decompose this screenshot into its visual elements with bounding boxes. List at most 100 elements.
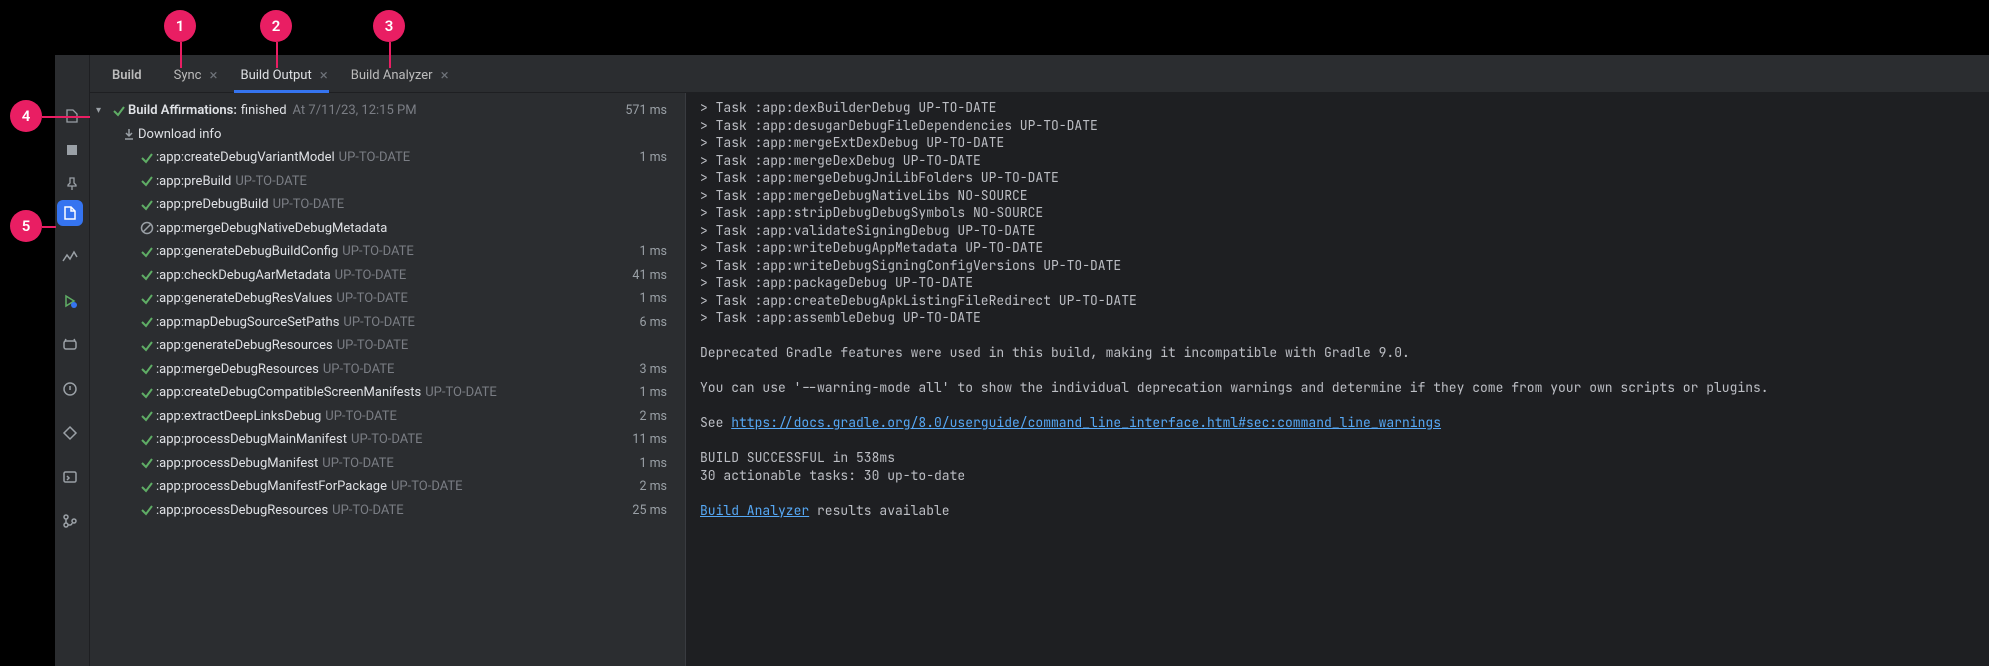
run-icon[interactable]: [57, 288, 83, 314]
task-state: UP-TO-DATE: [325, 409, 397, 424]
build-log[interactable]: > Task :app:dexBuilderDebug UP-TO-DATE >…: [685, 93, 1989, 666]
tree-task-row[interactable]: :app:preBuildUP-TO-DATE: [90, 170, 685, 194]
inspection-icon[interactable]: [57, 420, 83, 446]
tree-root-ts: At 7/11/23, 12:15 PM: [293, 103, 417, 118]
tree-task-row[interactable]: :app:createDebugVariantModelUP-TO-DATE1 …: [90, 146, 685, 170]
log-text: Deprecated Gradle features were used in …: [700, 344, 1410, 361]
vcs-icon[interactable]: [57, 508, 83, 534]
task-name: :app:preDebugBuild: [156, 197, 269, 212]
tree-task-row[interactable]: :app:generateDebugResources UP-TO-DATE: [90, 334, 685, 358]
callout-line: [180, 42, 182, 68]
log-text: You can use '--warning-mode all' to show…: [700, 379, 1769, 396]
logcat-icon[interactable]: [57, 332, 83, 358]
stop-icon[interactable]: [61, 139, 83, 161]
tree-download-label: Download info: [138, 127, 221, 142]
tree-root[interactable]: ▾ Build Affirmations: finished At 7/11/2…: [90, 99, 685, 123]
task-name: :app:processDebugManifestForPackage: [156, 479, 387, 494]
task-name: :app:processDebugManifest: [156, 456, 318, 471]
problems-icon[interactable]: [57, 376, 83, 402]
callout-4: 4: [10, 100, 42, 132]
check-icon: [138, 503, 156, 517]
callout-1: 1: [164, 10, 196, 42]
task-state: UP-TO-DATE: [351, 432, 423, 447]
tab-build-analyzer[interactable]: Build Analyzer ×: [337, 59, 458, 92]
tree-task-row[interactable]: :app:createDebugCompatibleScreenManifest…: [90, 381, 685, 405]
task-name: :app:createDebugVariantModel: [156, 150, 335, 165]
task-state: UP-TO-DATE: [235, 174, 307, 189]
build-analyzer-link[interactable]: Build Analyzer: [700, 502, 809, 519]
tab-build[interactable]: Build: [98, 59, 160, 92]
task-duration: 41 ms: [632, 268, 685, 283]
tree-task-row[interactable]: :app:processDebugMainManifestUP-TO-DATE1…: [90, 428, 685, 452]
build-tree[interactable]: ▾ Build Affirmations: finished At 7/11/2…: [90, 93, 685, 666]
task-name: :app:processDebugResources: [156, 503, 328, 518]
terminal-icon[interactable]: [57, 464, 83, 490]
task-duration: 3 ms: [639, 362, 685, 377]
tree-task-row[interactable]: :app:extractDeepLinksDebugUP-TO-DATE2 ms: [90, 405, 685, 429]
task-duration: 6 ms: [639, 315, 685, 330]
task-duration: 11 ms: [632, 432, 685, 447]
tab-output-label: Build Output: [240, 68, 311, 83]
task-name: :app:generateDebugResources: [156, 338, 333, 353]
tree-task-row[interactable]: :app:generateDebugBuildConfigUP-TO-DATE1…: [90, 240, 685, 264]
callout-line: [42, 116, 90, 118]
tab-sync[interactable]: Sync ×: [160, 59, 227, 92]
pin-icon[interactable]: [61, 173, 83, 195]
close-icon[interactable]: ×: [441, 68, 449, 83]
callout-line: [42, 226, 56, 228]
callout-2: 2: [260, 10, 292, 42]
task-state: UP-TO-DATE: [337, 338, 409, 353]
build-tool-window: Build Sync × Build Output × Build Analyzer…: [55, 55, 1989, 666]
check-icon: [138, 456, 156, 470]
task-name: :app:mergeDebugNativeDebugMetadata: [156, 221, 387, 236]
check-icon: [138, 386, 156, 400]
build-tool-window-icon[interactable]: [57, 200, 83, 226]
task-state: UP-TO-DATE: [391, 479, 463, 494]
build-main-area: Build Sync × Build Output × Build Analyzer…: [90, 55, 1989, 666]
check-icon: [138, 198, 156, 212]
close-icon[interactable]: ×: [209, 68, 217, 83]
log-text: See: [700, 414, 731, 431]
close-icon[interactable]: ×: [320, 68, 328, 83]
tab-build-output[interactable]: Build Output ×: [226, 59, 336, 92]
tree-task-row[interactable]: :app:checkDebugAarMetadata UP-TO-DATE 41 m…: [90, 264, 685, 288]
task-state: UP-TO-DATE: [273, 197, 345, 212]
task-name: :app:mergeDebugResources: [156, 362, 319, 377]
callout-line: [276, 42, 278, 68]
tool-window-sidebar: [55, 200, 85, 534]
tab-analyzer-label: Build Analyzer: [351, 68, 433, 83]
chevron-down-icon[interactable]: ▾: [96, 105, 110, 116]
tree-download[interactable]: Download info: [90, 123, 685, 147]
task-duration: 1 ms: [639, 456, 685, 471]
tree-task-row[interactable]: :app:mapDebugSourceSetPaths UP-TO-DATE 6 m…: [90, 311, 685, 335]
tree-task-row[interactable]: :app:preDebugBuild UP-TO-DATE: [90, 193, 685, 217]
tree-task-row[interactable]: :app:processDebugManifest UP-TO-DATE 1 ms: [90, 452, 685, 476]
task-state: UP-TO-DATE: [425, 385, 497, 400]
check-icon: [138, 362, 156, 376]
task-name: :app:mapDebugSourceSetPaths: [156, 315, 339, 330]
task-state: UP-TO-DATE: [332, 503, 404, 518]
callout-3: 3: [373, 10, 405, 42]
log-text: 30 actionable tasks: 30 up-to-date: [700, 467, 965, 484]
task-state: UP-TO-DATE: [335, 268, 407, 283]
check-icon: [138, 409, 156, 423]
tree-root-state: finished: [241, 103, 287, 118]
check-icon: [138, 292, 156, 306]
tree-task-row[interactable]: :app:processDebugResourcesUP-TO-DATE25 m…: [90, 499, 685, 523]
task-duration: 2 ms: [639, 479, 685, 494]
profiler-icon[interactable]: [57, 244, 83, 270]
tree-task-row[interactable]: :app:mergeDebugResources UP-TO-DATE 3 ms: [90, 358, 685, 382]
task-state: UP-TO-DATE: [323, 362, 395, 377]
tree-task-row[interactable]: :app:processDebugManifestForPackage UP-TO…: [90, 475, 685, 499]
task-state: UP-TO-DATE: [343, 315, 415, 330]
tab-sync-label: Sync: [174, 68, 202, 83]
build-content: ▾ Build Affirmations: finished At 7/11/2…: [90, 93, 1989, 666]
tree-task-row[interactable]: :app:generateDebugResValuesUP-TO-DATE1 m…: [90, 287, 685, 311]
gradle-docs-link[interactable]: https://docs.gradle.org/8.0/userguide/co…: [731, 414, 1441, 431]
task-duration: 1 ms: [639, 150, 685, 165]
check-icon: [138, 480, 156, 494]
task-duration: 2 ms: [639, 409, 685, 424]
tree-task-row[interactable]: :app:mergeDebugNativeDebugMetadata: [90, 217, 685, 241]
task-name: :app:checkDebugAarMetadata: [156, 268, 331, 283]
task-state: UP-TO-DATE: [322, 456, 394, 471]
